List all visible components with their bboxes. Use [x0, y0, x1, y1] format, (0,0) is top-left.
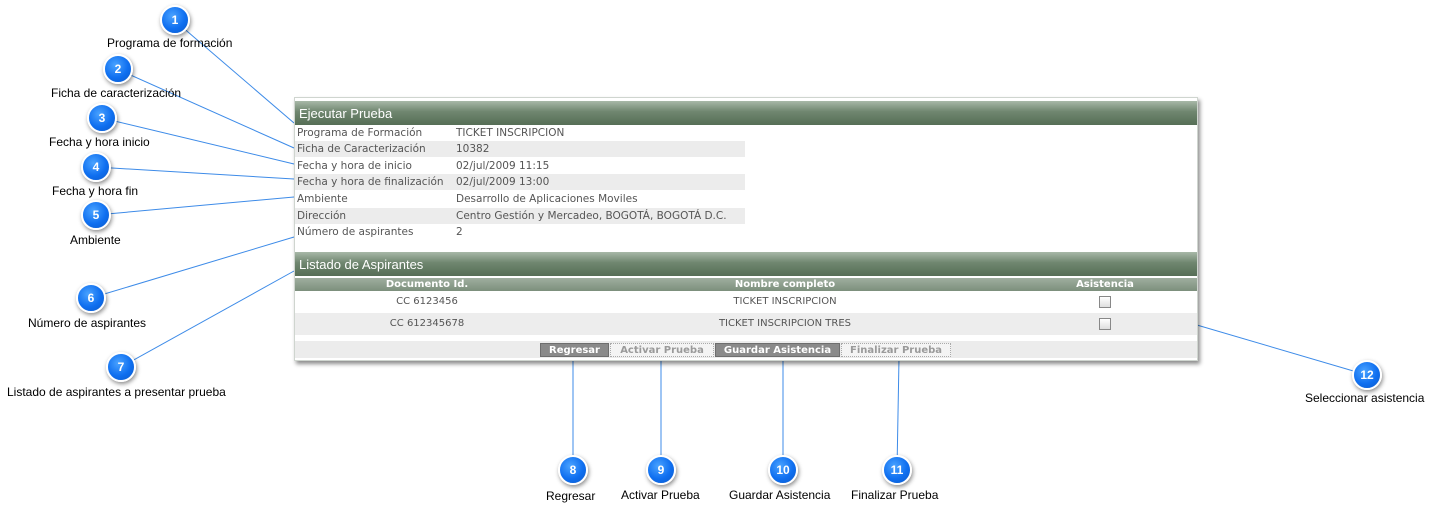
field-label: Fecha y hora de finalización: [297, 176, 444, 188]
column-header-documento: Documento Id.: [385, 279, 469, 290]
field-value: 2: [456, 226, 463, 238]
field-value: 02/jul/2009 13:00: [456, 176, 550, 188]
callout-6-label: Número de aspirantes: [28, 316, 147, 330]
callout-7-badge: 7: [106, 352, 136, 382]
field-label: Fecha y hora de inicio: [297, 160, 412, 172]
callout-4-badge: 4: [81, 152, 111, 182]
callout-12-badge: 12: [1352, 360, 1382, 390]
callout-5-badge: 5: [81, 200, 111, 230]
documento-cell: CC 6123456: [396, 296, 458, 307]
callout-7-label: Listado de aspirantes a presentar prueba: [7, 385, 226, 399]
panel-header: Ejecutar Prueba: [295, 101, 1197, 125]
callout-4-label: Fecha y hora fin: [52, 184, 139, 198]
callout-6-badge: 6: [76, 283, 106, 313]
finalizar-prueba-button[interactable]: Finalizar Prueba: [841, 343, 951, 357]
nombre-cell: TICKET INSCRIPCION: [733, 296, 837, 307]
callout-2-label: Ficha de caracterización: [51, 86, 182, 100]
ejecutar-prueba-panel: Ejecutar Prueba Programa de Formación TI…: [294, 97, 1198, 361]
listado-header: Listado de Aspirantes: [295, 252, 1197, 276]
callout-10-label: Guardar Asistencia: [729, 488, 831, 502]
callout-8-badge: 8: [558, 455, 588, 485]
table-row: CC 612345678 TICKET INSCRIPCION TRES: [295, 313, 1197, 335]
callout-3-badge: 3: [87, 103, 117, 133]
callout-11-badge: 11: [882, 455, 912, 485]
callout-12-label: Seleccionar asistencia: [1305, 391, 1425, 405]
table-header: Documento Id. Nombre completo Asistencia: [295, 278, 1197, 291]
callout-2-badge: 2: [103, 54, 133, 84]
field-label: Ficha de Caracterización: [297, 143, 426, 155]
asistencia-checkbox[interactable]: [1099, 296, 1111, 308]
asistencia-checkbox[interactable]: [1099, 318, 1111, 330]
field-value: Desarrollo de Aplicaciones Moviles: [456, 193, 638, 205]
field-label: Número de aspirantes: [297, 226, 414, 238]
callout-1-badge: 1: [160, 5, 190, 35]
regresar-button[interactable]: Regresar: [540, 343, 609, 357]
field-value: 02/jul/2009 11:15: [456, 160, 550, 172]
nombre-cell: TICKET INSCRIPCION TRES: [718, 318, 852, 329]
field-label: Dirección: [297, 210, 347, 222]
callout-9-badge: 9: [646, 455, 676, 485]
documento-cell: CC 612345678: [389, 318, 465, 329]
callout-3-label: Fecha y hora inicio: [49, 135, 150, 149]
field-value: Centro Gestión y Mercadeo, BOGOTÁ, BOGOT…: [456, 210, 727, 222]
guardar-asistencia-button[interactable]: Guardar Asistencia: [715, 343, 840, 357]
field-value: TICKET INSCRIPCION: [456, 127, 565, 139]
field-label: Programa de Formación: [297, 127, 423, 139]
field-label: Ambiente: [297, 193, 348, 205]
callout-5-label: Ambiente: [70, 233, 121, 247]
callout-8-label: Regresar: [546, 489, 596, 503]
callout-9-label: Activar Prueba: [621, 488, 700, 502]
column-header-asistencia: Asistencia: [1076, 279, 1134, 290]
callout-10-badge: 10: [768, 455, 798, 485]
table-row: CC 6123456 TICKET INSCRIPCION: [295, 291, 1197, 313]
button-bar: Regresar Activar Prueba Guardar Asistenc…: [295, 341, 1197, 358]
field-value: 10382: [456, 143, 490, 155]
column-header-nombre: Nombre completo: [734, 279, 836, 290]
activar-prueba-button[interactable]: Activar Prueba: [610, 343, 714, 357]
callout-11-label: Finalizar Prueba: [851, 488, 939, 502]
callout-1-label: Programa de formación: [107, 36, 233, 50]
